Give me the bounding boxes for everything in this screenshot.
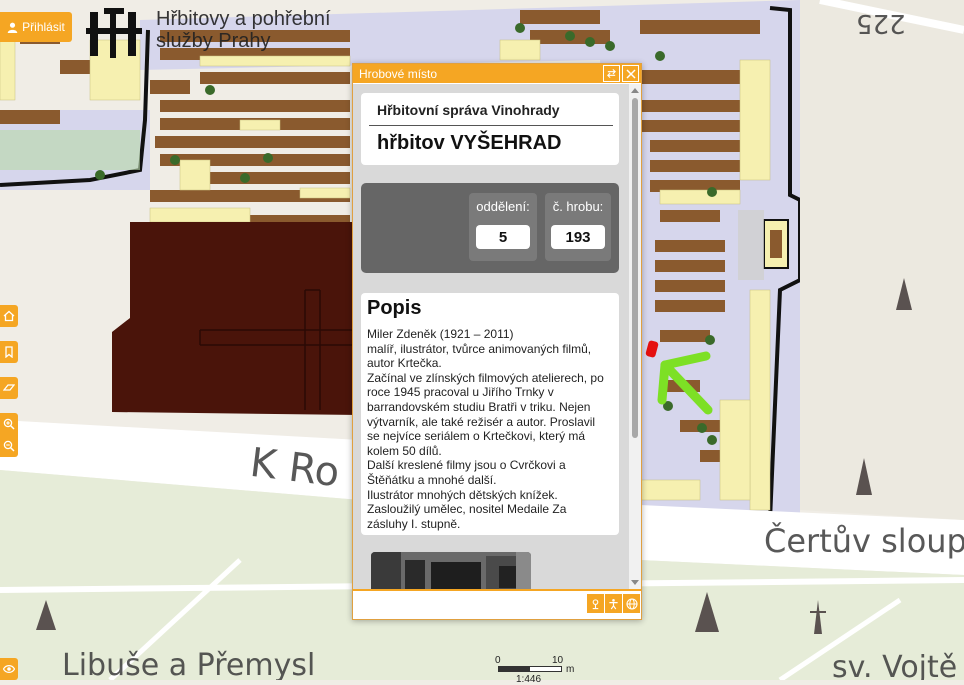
logo-text: Hřbitovy a pohřební služby Prahy	[156, 8, 331, 52]
scroll-up-arrow[interactable]	[631, 88, 639, 93]
swap-button[interactable]	[603, 65, 620, 82]
description-line: Štěňátku a mnohé další.	[367, 472, 497, 487]
globe-button[interactable]	[623, 594, 640, 613]
eraser-icon	[3, 384, 15, 391]
scale-graphic	[498, 666, 562, 672]
cemetery-name: hřbitov VYŠEHRAD	[377, 132, 562, 154]
grave-photo-image	[371, 552, 531, 589]
map-label-number: 225	[856, 8, 906, 38]
swap-icon	[607, 68, 616, 79]
cemetery-admin: Hřbitovní správa Vinohrady	[377, 102, 560, 118]
description-line: roce 1945 pracoval u Jiřího Trnky v	[367, 385, 554, 400]
divider	[369, 125, 613, 126]
scale-unit: m	[566, 664, 575, 675]
zoom-out-icon	[3, 440, 15, 452]
location-icon	[592, 598, 599, 609]
login-button[interactable]: Přihlásit	[0, 12, 72, 42]
zoom-in-button[interactable]	[0, 413, 18, 435]
scale-zero: 0	[495, 655, 501, 666]
description-card: Popis Miler Zdeněk (1921 – 2011) malíř, …	[361, 293, 619, 535]
grave-info-card: oddělení: 5 č. hrobu: 193	[361, 183, 619, 273]
description-line: Začínal ve zlínských filmových atelierec…	[367, 370, 604, 385]
logo-line1: Hřbitovy a pohřební	[156, 8, 331, 30]
description-line: se nejvíce seriálem o Krtečkovi, který m…	[367, 429, 586, 444]
popup-scrollbar[interactable]	[629, 84, 641, 589]
popup-title: Hrobové místo	[359, 66, 438, 81]
map-label-vojtech: sv. Vojtě	[832, 650, 958, 680]
popup-footer	[353, 589, 641, 619]
zoom-in-icon	[3, 418, 15, 430]
grave-photo[interactable]	[371, 552, 531, 589]
description-line: Ilustrátor mnohých dětských knížek.	[367, 487, 558, 502]
logo-line2: služby Prahy	[156, 30, 271, 52]
popup-body[interactable]: Hřbitovní správa Vinohrady hřbitov VYŠEH…	[353, 84, 629, 589]
description-text: Miler Zdeněk (1921 – 2011) malíř, ilustr…	[367, 327, 607, 531]
scroll-down-arrow[interactable]	[631, 580, 639, 585]
map-label-certuv-sloup: Čertův sloup	[764, 522, 964, 560]
section-label: oddělení:	[476, 199, 530, 214]
home-icon	[3, 310, 15, 322]
description-line: Zasloužilý umělec, nositel Medaile Za	[367, 502, 567, 517]
scale-ten: 10	[552, 655, 564, 666]
grave-number-value: 193	[551, 225, 605, 249]
section-box: oddělení: 5	[469, 193, 537, 261]
map-label-libuse: Libuše a Přemysl	[62, 648, 316, 680]
section-value: 5	[476, 225, 530, 249]
bookmark-button[interactable]	[0, 341, 18, 363]
person-icon	[609, 598, 618, 609]
cemetery-card: Hřbitovní správa Vinohrady hřbitov VYŠEH…	[361, 93, 619, 165]
zoom-controls	[0, 413, 18, 457]
grave-number-box: č. hrobu: 193	[545, 193, 611, 261]
footer-buttons	[587, 594, 640, 613]
description-line: barrandovském studiu Bratři v triku. Nej…	[367, 399, 591, 414]
popup-header-buttons	[603, 65, 639, 82]
description-line: malíř, ilustrátor, tvůrce animovaných fi…	[367, 341, 592, 356]
description-line: Další kreslené filmy jsou o Cvrčkovi a	[367, 458, 566, 473]
location-button[interactable]	[587, 594, 604, 613]
popup-header[interactable]: Hrobové místo	[353, 64, 641, 83]
home-button[interactable]	[0, 305, 18, 327]
description-line: kolem 50 dílů.	[367, 443, 442, 458]
logo-mark-icon	[86, 8, 142, 58]
accessibility-button[interactable]	[605, 594, 622, 613]
zoom-out-button[interactable]	[0, 435, 18, 457]
description-heading: Popis	[367, 297, 422, 319]
scroll-thumb[interactable]	[632, 98, 638, 438]
logo[interactable]: Hřbitovy a pohřební služby Prahy	[84, 6, 331, 60]
visibility-button[interactable]	[0, 658, 18, 680]
description-line: autor Krtečka.	[367, 356, 442, 371]
description-line: Miler Zdeněk (1921 – 2011)	[367, 327, 514, 341]
bookmark-icon	[5, 346, 13, 358]
grave-popup: Hrobové místo Hřbitovní správa Vinohrady…	[352, 63, 642, 620]
side-toolbar	[0, 305, 18, 457]
globe-icon	[625, 597, 638, 610]
close-icon	[625, 68, 636, 79]
user-icon	[7, 22, 18, 33]
grave-number-label: č. hrobu:	[552, 199, 604, 214]
login-label: Přihlásit	[22, 20, 65, 34]
eye-icon	[3, 665, 15, 673]
description-line: výtvarník, ale také režisér a autor. Pro…	[367, 414, 596, 429]
description-line: zásluhy I. stupně.	[367, 516, 461, 531]
eraser-button[interactable]	[0, 377, 18, 399]
close-button[interactable]	[622, 65, 639, 82]
